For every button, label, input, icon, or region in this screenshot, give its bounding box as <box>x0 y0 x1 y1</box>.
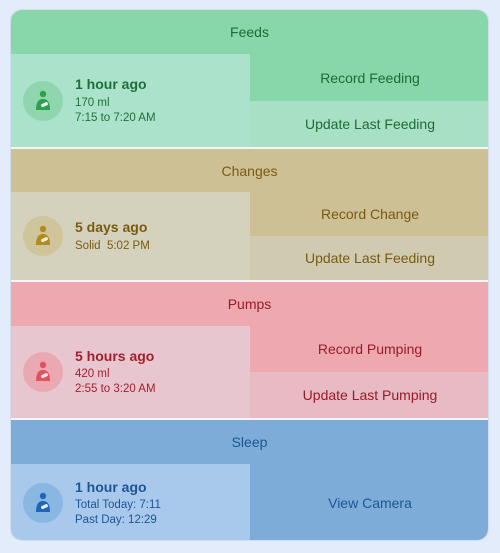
update-last-feeding-button[interactable]: Update Last Feeding <box>250 101 488 147</box>
pumps-last-time: 5 hours ago <box>75 347 155 364</box>
feeds-header[interactable]: Feeds <box>11 10 488 54</box>
sleep-icon <box>23 483 63 523</box>
record-pumping-button[interactable]: Record Pumping <box>250 326 488 372</box>
sleep-last-time: 1 hour ago <box>75 478 147 495</box>
changes-detail: Solid 5:02 PM <box>75 239 150 252</box>
feeds-section: Feeds 1 hour ago 170 ml 7:15 to 7:20 AM … <box>11 10 488 147</box>
pumps-header[interactable]: Pumps <box>11 282 488 326</box>
changes-section: Changes 5 days ago Solid 5:02 PM Record … <box>11 149 488 280</box>
view-camera-button[interactable]: View Camera <box>250 464 488 540</box>
sleep-summary: 1 hour ago Total Today: 7:11 Past Day: 1… <box>11 464 250 540</box>
feeds-time-range: 7:15 to 7:20 AM <box>75 111 156 124</box>
feeds-summary: 1 hour ago 170 ml 7:15 to 7:20 AM <box>11 54 250 147</box>
diaper-icon <box>23 216 63 256</box>
pumps-section: Pumps 5 hours ago 420 ml 2:55 to 3:20 AM… <box>11 282 488 418</box>
record-change-button[interactable]: Record Change <box>250 192 488 236</box>
update-last-pumping-button[interactable]: Update Last Pumping <box>250 372 488 418</box>
sleep-section: Sleep 1 hour ago Total Today: 7:11 Past … <box>11 420 488 540</box>
sleep-past-day: Past Day: 12:29 <box>75 514 157 527</box>
pumps-summary: 5 hours ago 420 ml 2:55 to 3:20 AM <box>11 326 250 418</box>
pumps-time-range: 2:55 to 3:20 AM <box>75 383 156 396</box>
changes-summary: 5 days ago Solid 5:02 PM <box>11 192 250 280</box>
changes-last-time: 5 days ago <box>75 219 148 236</box>
pumps-amount: 420 ml <box>75 368 110 381</box>
breast-pump-icon <box>23 352 63 392</box>
feeds-last-time: 1 hour ago <box>75 76 147 93</box>
sleep-total-today: Total Today: 7:11 <box>75 499 161 512</box>
record-feeding-button[interactable]: Record Feeding <box>250 54 488 101</box>
changes-header[interactable]: Changes <box>11 149 488 192</box>
baby-tracker-card: Feeds 1 hour ago 170 ml 7:15 to 7:20 AM … <box>10 9 489 541</box>
update-last-change-button[interactable]: Update Last Feeding <box>250 236 488 280</box>
sleep-header[interactable]: Sleep <box>11 420 488 464</box>
baby-bottle-icon <box>23 80 63 121</box>
feeds-amount: 170 ml <box>75 96 110 109</box>
